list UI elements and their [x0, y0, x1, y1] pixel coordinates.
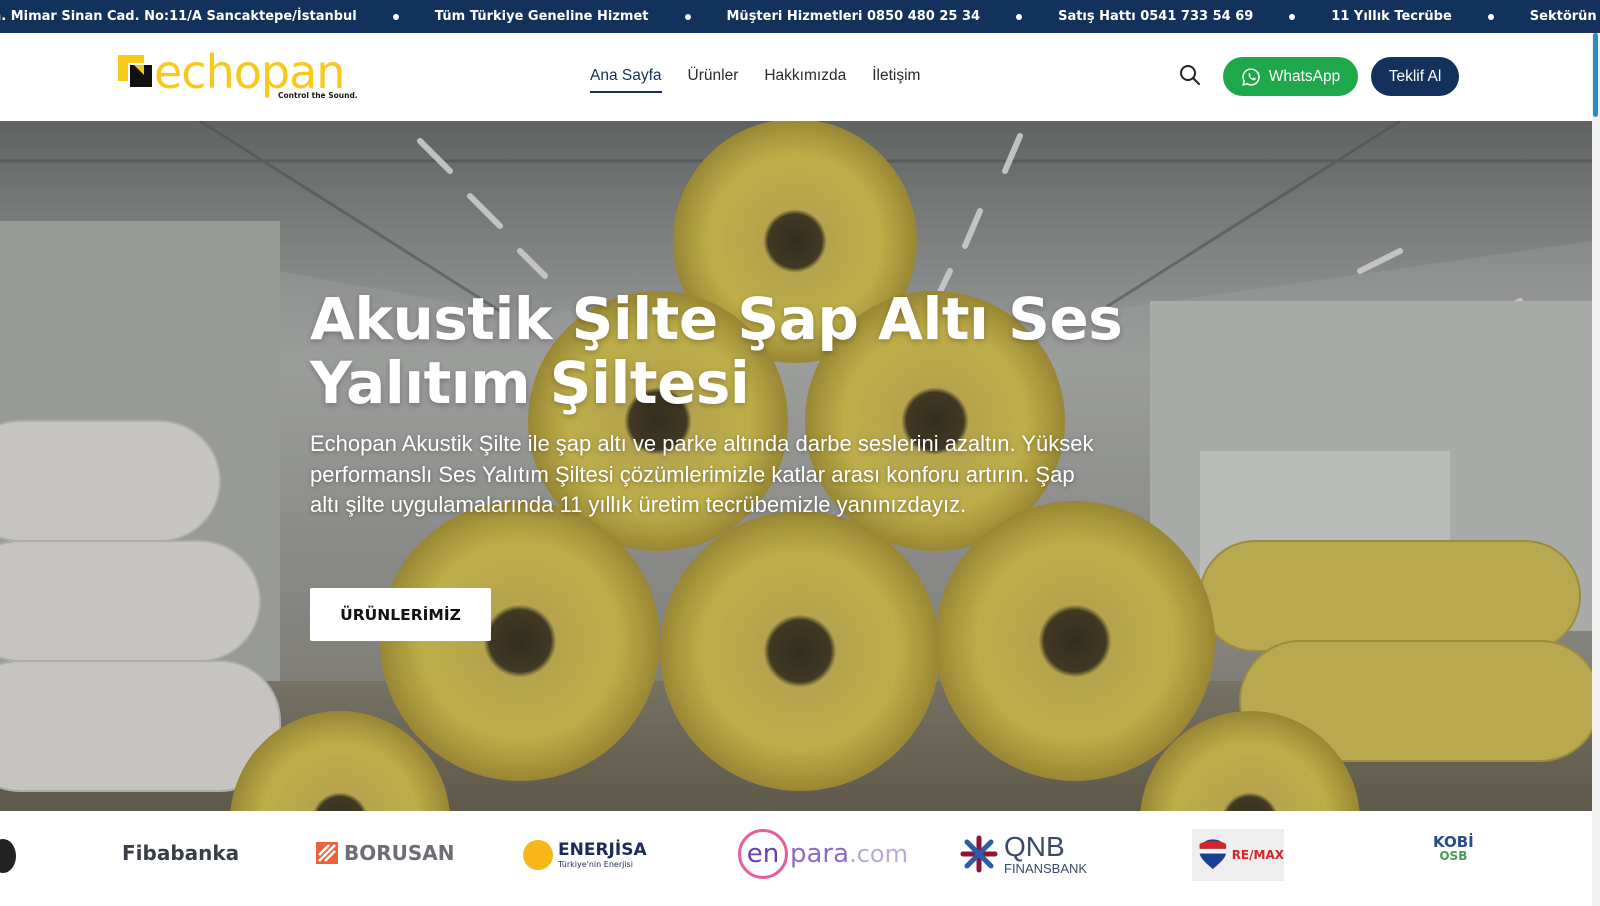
partial-partner-logo — [0, 839, 16, 873]
enerjisa-logo: ENERJİSA Türkiye'nin Enerjisi — [522, 839, 647, 871]
kobi-osb-logo: KOBİ OSB — [1433, 833, 1474, 863]
qnb-finansbank-logo: QNB FINANSBANK — [960, 833, 1087, 875]
borusan-text: BORUSAN — [344, 841, 455, 865]
hero-section: Akustik Şilte Şap Altı Ses Yalıtım Şilte… — [0, 121, 1592, 811]
enerjisa-sun-icon — [523, 840, 553, 870]
enerjisa-subtext: Türkiye'nin Enerjisi — [558, 859, 633, 869]
ticker-item: Satış Hattı 0541 733 54 69 — [1058, 9, 1254, 24]
remax-logo: RE/MAX — [1192, 829, 1284, 881]
fibabanka-logo: Fibabanka — [122, 841, 239, 865]
qnb-star-icon — [960, 835, 998, 873]
logo-mark-icon — [118, 55, 152, 87]
ticker-item: Tüm Türkiye Geneline Hizmet — [434, 9, 649, 24]
osb-text: OSB — [1439, 849, 1468, 863]
site-header: echopan Control the Sound. Ana Sayfa Ürü… — [0, 33, 1600, 121]
nav-products[interactable]: Ürünler — [688, 67, 739, 93]
ticker-item: Sektörün Lideri — [1529, 9, 1600, 24]
whatsapp-icon — [1241, 67, 1260, 86]
enpara-para: para — [790, 839, 850, 869]
ticker-item: Müşteri Hizmetleri 0850 480 25 34 — [726, 9, 981, 24]
qnb-subtext: FINANSBANK — [1004, 861, 1088, 876]
ticker-item: 11 Yıllık Tecrübe — [1331, 9, 1452, 24]
nav-home[interactable]: Ana Sayfa — [590, 67, 662, 93]
nav-contact[interactable]: İletişim — [872, 67, 920, 93]
ticker-track: h. Mimar Sinan Cad. No:11/A Sancaktepe/İ… — [0, 0, 1600, 33]
main-nav: Ana Sayfa Ürünler Hakkımızda İletişim — [590, 67, 920, 93]
fibabanka-text: Fibabanka — [122, 841, 240, 865]
products-cta-button[interactable]: ÜRÜNLERİMİZ — [310, 588, 491, 641]
hero-description: Echopan Akustik Şilte ile şap altı ve pa… — [310, 431, 1094, 517]
enerjisa-text: ENERJİSA — [558, 839, 647, 860]
partner-logos-strip: Fibabanka BORUSAN ENERJİSA Türkiye'nin E… — [0, 811, 1592, 906]
ticker-separator — [1487, 13, 1494, 20]
ticker-separator — [1289, 13, 1296, 20]
remax-balloon-icon — [1199, 839, 1227, 870]
ticker-item: h. Mimar Sinan Cad. No:11/A Sancaktepe/İ… — [0, 9, 357, 24]
page-scrollbar[interactable] — [1592, 33, 1600, 906]
enpara-logo: en para .com — [738, 829, 908, 879]
get-quote-button[interactable]: Teklif Al — [1371, 57, 1459, 96]
ticker-separator — [684, 13, 691, 20]
echopan-logo[interactable]: echopan Control the Sound. — [118, 45, 358, 107]
whatsapp-label: WhatsApp — [1268, 67, 1341, 85]
search-icon[interactable] — [1178, 63, 1202, 87]
hero-title: Akustik Şilte Şap Altı Ses Yalıtım Şilte… — [310, 285, 1123, 417]
nav-about[interactable]: Hakkımızda — [764, 67, 846, 93]
kobi-text: KOBİ — [1433, 833, 1474, 851]
qnb-text: QNB — [1004, 831, 1065, 862]
logo-tagline: Control the Sound. — [278, 91, 358, 100]
top-ticker-bar: h. Mimar Sinan Cad. No:11/A Sancaktepe/İ… — [0, 0, 1600, 33]
enpara-en: en — [738, 829, 788, 879]
borusan-logo: BORUSAN — [316, 841, 455, 865]
remax-text: RE/MAX — [1231, 848, 1284, 862]
borusan-mark-icon — [316, 842, 338, 864]
whatsapp-button[interactable]: WhatsApp — [1223, 57, 1358, 96]
ticker-separator — [1016, 13, 1023, 20]
scrollbar-thumb[interactable] — [1593, 33, 1598, 117]
ticker-separator — [392, 13, 399, 20]
get-quote-label: Teklif Al — [1388, 67, 1442, 85]
enpara-com: .com — [849, 840, 908, 868]
